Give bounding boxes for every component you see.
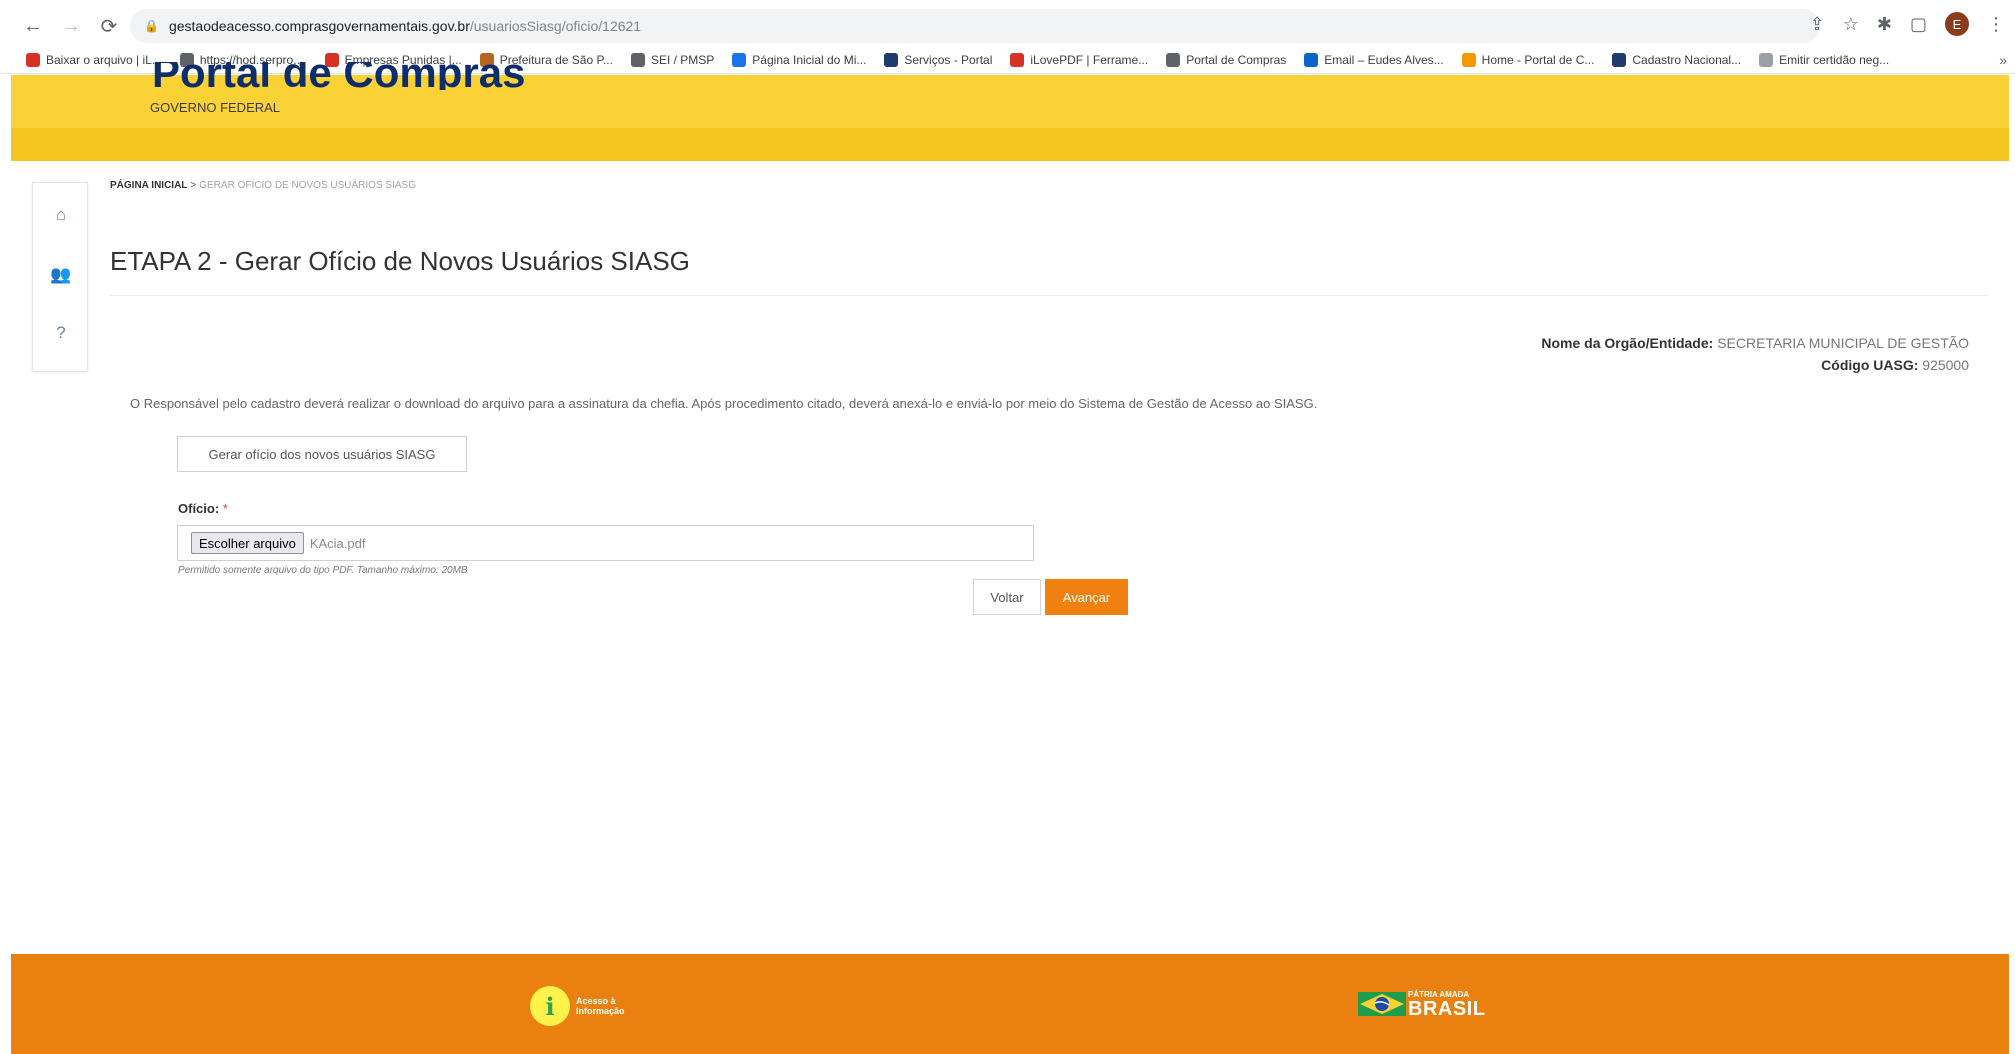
org-info: Nome da Orgão/Entidade: SECRETARIA MUNIC… [1541, 332, 1969, 376]
instructions-text: O Responsável pelo cadastro deverá reali… [130, 396, 1318, 411]
choose-file-button[interactable]: Escolher arquivo [191, 532, 304, 554]
bookmark-label: Cadastro Nacional... [1632, 52, 1742, 67]
home-icon[interactable]: ⌂ [33, 205, 89, 225]
bookmark-item[interactable]: iLovePDF | Ferrame... [1010, 52, 1149, 67]
oficio-label-text: Ofício: [178, 501, 220, 516]
bookmark-favicon-icon [732, 52, 747, 67]
info-icon: i [530, 986, 570, 1026]
breadcrumb-home[interactable]: PÁGINA INICIAL [110, 180, 187, 191]
url-path: /usuariosSiasg/oficio/12621 [469, 18, 642, 34]
bookmark-favicon-icon [630, 52, 645, 67]
oficio-field-label: Ofício: * [178, 501, 228, 516]
breadcrumb-current: GERAR OFÍCIO DE NOVOS USUÁRIOS SIASG [199, 180, 416, 191]
required-mark: * [222, 501, 228, 516]
file-input[interactable]: Escolher arquivo KAcia.pdf [177, 525, 1034, 561]
share-icon[interactable]: ⇪ [1810, 14, 1825, 35]
reload-icon[interactable]: ⟳ [94, 11, 124, 41]
profile-avatar[interactable]: E [1945, 12, 1969, 36]
access-info-logo[interactable]: i Acesso à Informação [530, 986, 625, 1026]
next-button[interactable]: Avançar [1045, 579, 1128, 615]
breadcrumb-separator: > [190, 180, 197, 191]
menu-icon[interactable]: ⋮ [1987, 14, 2005, 35]
header-band [11, 128, 2009, 161]
portal-title[interactable]: Portal de Compras [152, 62, 525, 90]
generate-oficio-button[interactable]: Gerar ofício dos novos usuários SIASG [177, 436, 467, 472]
uasg-value: 925000 [1922, 357, 1969, 373]
back-arrow-icon[interactable]: ← [18, 11, 48, 41]
site-footer [11, 954, 2009, 1054]
selected-file-name: KAcia.pdf [309, 535, 366, 551]
file-hint: Permitido somente arquivo do tipo PDF. T… [178, 565, 468, 576]
bookmark-item[interactable]: Email – Eudes Alves... [1304, 52, 1444, 67]
bookmark-favicon-icon [1461, 52, 1476, 67]
brasil-logo[interactable]: PÁTRIA AMADA BRASIL [1358, 988, 1485, 1020]
bookmark-item[interactable]: Emitir certidão neg... [1759, 52, 1890, 67]
back-button[interactable]: Voltar [973, 579, 1041, 615]
access-info-line1: Acesso à [576, 996, 616, 1006]
lock-icon: 🔒 [144, 19, 159, 33]
access-info-line2: Informação [576, 1006, 625, 1016]
bookmark-label: iLovePDF | Ferrame... [1030, 52, 1149, 67]
bookmark-label: Serviços - Portal [904, 52, 993, 67]
help-icon[interactable]: ? [33, 323, 89, 343]
bookmark-label: Email – Eudes Alves... [1324, 52, 1444, 67]
page-title: ETAPA 2 - Gerar Ofício de Novos Usuários… [110, 246, 690, 276]
brazil-flag-icon [1358, 992, 1406, 1016]
bookmark-favicon-icon [26, 52, 40, 67]
users-icon[interactable]: 👥 [33, 265, 89, 285]
bookmark-label: Emitir certidão neg... [1779, 52, 1890, 67]
bookmark-label: Baixar o arquivo | iL... [46, 52, 162, 67]
bookmark-item[interactable]: Serviços - Portal [884, 52, 993, 67]
bookmark-favicon-icon [1166, 52, 1181, 67]
star-icon[interactable]: ☆ [1843, 14, 1859, 35]
breadcrumb: PÁGINA INICIAL > GERAR OFÍCIO DE NOVOS USU… [110, 180, 416, 191]
uasg-label: Código UASG: [1821, 357, 1919, 373]
bookmark-label: Home - Portal de C... [1481, 52, 1595, 67]
side-nav: ⌂ 👥 ? [32, 182, 88, 372]
bookmark-item[interactable]: Baixar o arquivo | iL... [26, 52, 162, 67]
bookmark-item[interactable]: SEI / PMSP [630, 52, 715, 67]
portal-subtitle: GOVERNO FEDERAL [150, 100, 281, 115]
extensions-icon[interactable]: ✱ [1877, 14, 1892, 35]
bookmark-favicon-icon [1304, 52, 1319, 67]
bookmark-favicon-icon [1759, 52, 1774, 67]
bookmark-label: Página Inicial do Mi... [752, 52, 867, 67]
browser-toolbar: ← → ⟳ 🔒 gestaodeacesso.comprasgovernamen… [0, 0, 2015, 52]
bookmark-item[interactable]: Home - Portal de C... [1461, 52, 1595, 67]
browser-actions: ⇪ ☆ ✱ ▢ E ⋮ [1810, 12, 2005, 36]
bookmark-label: Portal de Compras [1186, 52, 1287, 67]
bookmark-item[interactable]: Portal de Compras [1166, 52, 1287, 67]
bookmarks-overflow-icon[interactable]: » [1999, 52, 2007, 68]
url-host: gestaodeacesso.comprasgovernamentais.gov… [168, 18, 470, 34]
bookmark-favicon-icon [1612, 52, 1627, 67]
org-value: SECRETARIA MUNICIPAL DE GESTÃO [1717, 335, 1969, 351]
bookmark-label: SEI / PMSP [650, 52, 715, 67]
bookmark-favicon-icon [884, 52, 899, 67]
bookmark-favicon-icon [1010, 52, 1025, 67]
brasil-wordmark: BRASIL [1408, 997, 1486, 1020]
bookmark-item[interactable]: Cadastro Nacional... [1612, 52, 1742, 67]
address-bar[interactable]: 🔒 gestaodeacesso.comprasgovernamentais.g… [130, 9, 1820, 43]
title-divider [110, 295, 1988, 296]
split-view-icon[interactable]: ▢ [1910, 14, 1927, 35]
forward-arrow-icon[interactable]: → [56, 11, 86, 41]
bookmark-item[interactable]: Página Inicial do Mi... [732, 52, 867, 67]
org-label: Nome da Orgão/Entidade: [1541, 335, 1714, 351]
